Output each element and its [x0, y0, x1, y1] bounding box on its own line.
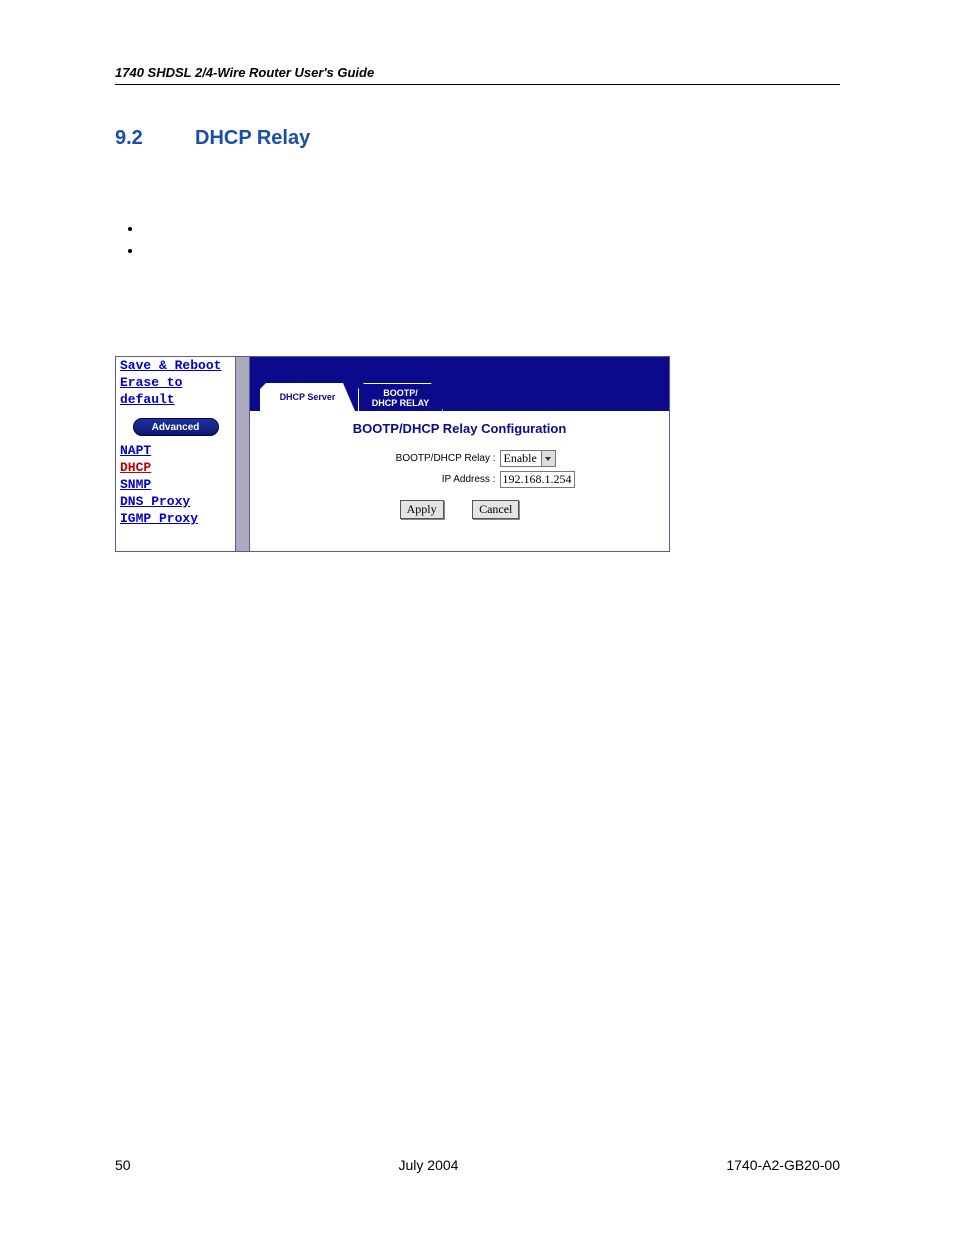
bullet-item	[143, 242, 840, 264]
sidebar-link-napt[interactable]: NAPT	[120, 442, 231, 459]
page-number: 50	[115, 1157, 131, 1173]
apply-button[interactable]: Apply	[400, 500, 444, 519]
doc-number: 1740-A2-GB20-00	[726, 1157, 840, 1173]
advanced-pill: Advanced	[133, 418, 219, 436]
sidebar-link-dhcp[interactable]: DHCP	[120, 459, 231, 476]
sidebar-link-igmp-proxy[interactable]: IGMP Proxy	[120, 510, 231, 527]
sidebar: Save & Reboot Erase to default Advanced …	[116, 357, 236, 551]
tab-dhcp-server[interactable]: DHCP Server	[260, 383, 355, 411]
tab-active-line2: DHCP RELAY	[372, 398, 430, 408]
sidebar-link-erase-default[interactable]: Erase to default	[120, 374, 231, 408]
section-number: 9.2	[115, 127, 195, 150]
tab-active-line1: BOOTP/	[383, 388, 418, 398]
ip-label: IP Address :	[270, 474, 500, 485]
embedded-screenshot: Save & Reboot Erase to default Advanced …	[115, 356, 670, 552]
cancel-button[interactable]: Cancel	[472, 500, 519, 519]
relay-select-value: Enable	[501, 451, 541, 466]
tab-bar: DHCP Server BOOTP/ DHCP RELAY	[250, 357, 669, 411]
page-footer: 50 July 2004 1740-A2-GB20-00	[115, 1157, 840, 1173]
bullet-item	[143, 220, 840, 242]
panel-title: BOOTP/DHCP Relay Configuration	[250, 421, 669, 436]
bullet-list	[143, 220, 840, 264]
section-title: DHCP Relay	[195, 127, 310, 149]
sidebar-link-dns-proxy[interactable]: DNS Proxy	[120, 493, 231, 510]
content-area: DHCP Server BOOTP/ DHCP RELAY BOOTP/DHCP…	[250, 357, 669, 551]
running-header: 1740 SHDSL 2/4-Wire Router User's Guide	[115, 65, 840, 85]
relay-label: BOOTP/DHCP Relay :	[270, 453, 500, 464]
ip-address-input[interactable]	[500, 471, 575, 488]
sidebar-link-snmp[interactable]: SNMP	[120, 476, 231, 493]
vertical-divider	[236, 357, 250, 551]
sidebar-link-save-reboot[interactable]: Save & Reboot	[120, 357, 231, 374]
section-heading: 9.2DHCP Relay	[115, 127, 840, 150]
relay-select[interactable]: Enable	[500, 450, 556, 467]
chevron-down-icon	[541, 451, 555, 466]
tab-bootp-dhcp-relay[interactable]: BOOTP/ DHCP RELAY	[358, 383, 443, 411]
config-panel: BOOTP/DHCP Relay Configuration BOOTP/DHC…	[250, 411, 669, 551]
footer-date: July 2004	[399, 1157, 459, 1173]
